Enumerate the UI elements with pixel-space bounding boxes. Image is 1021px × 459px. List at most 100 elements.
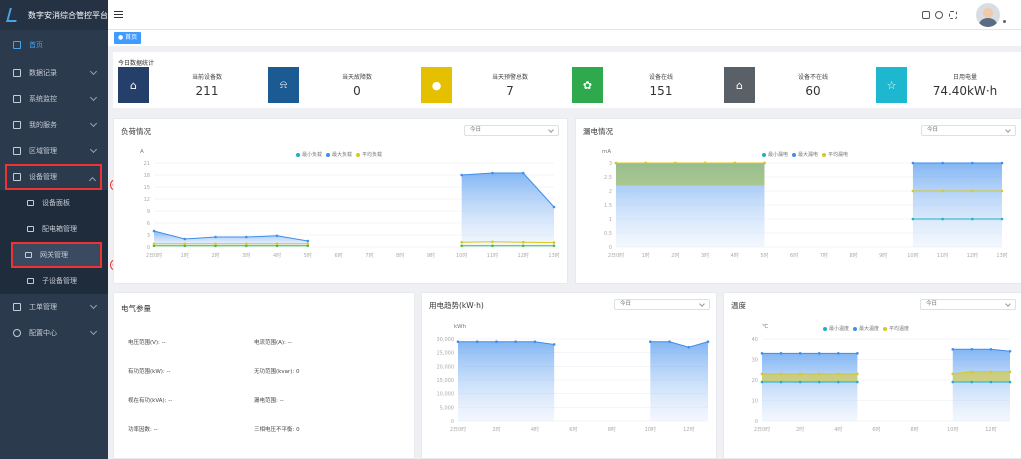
stat-label: 设备在线: [648, 74, 673, 81]
data-point: [779, 352, 783, 355]
series-area: [912, 163, 1002, 247]
electric-param: 功率因数: --: [128, 427, 158, 433]
data-point: [649, 340, 652, 344]
data-point: [491, 244, 494, 248]
data-point: [817, 352, 821, 355]
x-tick-label: 10时: [907, 252, 918, 259]
data-point: [817, 380, 821, 384]
chevron-down-icon: [89, 67, 98, 76]
data-point: [763, 161, 766, 165]
data-point: [687, 345, 691, 349]
data-point: [214, 242, 217, 246]
message-icon[interactable]: [922, 11, 930, 19]
avatar[interactable]: [976, 3, 1000, 27]
stat-card: ☆ 日用电量 74.40kW·h: [874, 67, 1021, 103]
sidebar-item-work-orders[interactable]: 工单管理: [0, 294, 108, 320]
top-bar: [108, 0, 1021, 30]
y-tick-label: 0: [147, 245, 150, 251]
x-tick-label: 6时: [569, 426, 577, 433]
stat-value: 74.40kW·h: [932, 84, 998, 98]
sidebar-item-device-panel[interactable]: 设备面板: [0, 190, 108, 216]
electric-param: 视在有功(kVA): --: [128, 398, 173, 404]
x-tick-label: 3时: [701, 252, 709, 259]
data-point: [951, 347, 955, 351]
menu-toggle-icon[interactable]: [114, 11, 123, 18]
data-point: [552, 244, 556, 248]
service-icon: [13, 121, 21, 129]
electric-param: 电压范围(V): --: [128, 340, 166, 346]
sidebar-item-distribution-box[interactable]: 配电箱管理: [0, 216, 108, 242]
x-tick-label: 4时: [531, 426, 539, 433]
x-tick-label: 1时: [181, 252, 189, 259]
electric-param: 有功范围(kW): --: [128, 369, 171, 375]
data-point: [911, 161, 915, 165]
stat-card: ⌂ 设备不在线 60: [722, 67, 871, 103]
sidebar: 数字安消综合管控平台 首页 数据记录 系统监控 我的服务 区域管理 设备管理 设…: [0, 0, 108, 459]
leakage-chart: 0 0.5 1 1.5 2 2.5 3 2日0时 1时 2时 3时 4时 5时 6时 7时 8时 9时 10时 11…: [576, 119, 1021, 285]
grid-icon: [13, 69, 21, 77]
stat-label: 当天预警总数: [491, 74, 528, 81]
data-point: [837, 372, 840, 376]
data-point: [703, 161, 707, 165]
data-point: [989, 347, 993, 351]
data-point: [970, 370, 974, 374]
series-line: [461, 241, 555, 244]
chevron-down-icon: [89, 145, 98, 154]
y-tick-label: 10: [752, 399, 758, 405]
y-tick-label: 6: [147, 221, 150, 227]
app-logo[interactable]: 数字安消综合管控平台: [0, 0, 108, 30]
x-tick-label: 2日0时: [608, 252, 624, 259]
x-tick-label: 8时: [608, 426, 616, 433]
network-icon: ⌂: [724, 67, 755, 103]
x-tick-label: 3时: [242, 252, 250, 259]
data-point: [1000, 217, 1004, 221]
search-icon[interactable]: [935, 11, 943, 19]
series-area: [762, 353, 858, 421]
electric-param: 电流范围(A): --: [254, 340, 292, 346]
sidebar-item-data-records[interactable]: 数据记录: [0, 60, 108, 86]
load-panel: 负荷情况 今日 A 最小负载 最大负载 平均负载 0 3 6 9 12 15 18 21 2日0时 1…: [113, 118, 568, 284]
sidebar-item-system-monitor[interactable]: 系统监控: [0, 86, 108, 112]
data-point: [951, 380, 955, 384]
x-tick-label: 2时: [492, 426, 500, 433]
stats-title: 今日数据统计: [118, 60, 155, 67]
data-point: [491, 171, 494, 175]
y-tick-label: 25,000: [437, 351, 455, 357]
data-point: [460, 240, 463, 244]
sidebar-item-gateway-management[interactable]: 网关管理: [11, 242, 102, 268]
sidebar-item-device-management[interactable]: 设备管理: [5, 164, 102, 190]
tab-home[interactable]: ● 首页: [114, 32, 142, 44]
data-point: [306, 239, 310, 243]
data-point: [1008, 380, 1012, 384]
stat-value: 7: [506, 84, 514, 98]
data-point: [856, 380, 859, 384]
chart-svg: 0 10 20 30 40 2日0时 2时 4时 6时 8时 10时 12时: [752, 337, 1012, 433]
data-point: [552, 241, 556, 244]
y-tick-label: 10,000: [437, 392, 455, 398]
app-title: 数字安消综合管控平台: [28, 10, 108, 20]
x-tick-label: 13时: [996, 252, 1007, 259]
x-tick-label: 10时: [645, 426, 656, 433]
x-tick-label: 7时: [365, 252, 373, 259]
sidebar-item-config-center[interactable]: 配置中心: [0, 320, 108, 346]
data-point: [460, 173, 463, 177]
sidebar-item-home[interactable]: 首页: [0, 32, 108, 58]
chart-svg: 0 5,000 10,000 15,000 20,000 25,000 30,000 2日0时…: [437, 337, 710, 433]
data-point: [733, 161, 737, 165]
data-point: [798, 372, 802, 376]
tab-bar: ● 首页: [108, 30, 1021, 46]
y-tick-label: 40: [752, 337, 758, 343]
x-tick-label: 9时: [427, 252, 435, 259]
stat-card: ● 当天预警总数 7: [419, 67, 568, 103]
x-tick-label: 12时: [967, 252, 978, 259]
chevron-down-icon: [89, 301, 98, 310]
sidebar-item-sub-device[interactable]: 子设备管理: [0, 268, 108, 294]
monitor-icon: [13, 95, 21, 103]
fullscreen-icon[interactable]: [949, 11, 957, 19]
x-tick-label: 5时: [304, 252, 312, 259]
data-point: [970, 347, 974, 351]
sidebar-item-my-services[interactable]: 我的服务: [0, 112, 108, 138]
sidebar-item-area-management[interactable]: 区域管理: [0, 138, 108, 164]
data-point: [1000, 189, 1004, 193]
chevron-down-icon[interactable]: [1003, 20, 1006, 23]
